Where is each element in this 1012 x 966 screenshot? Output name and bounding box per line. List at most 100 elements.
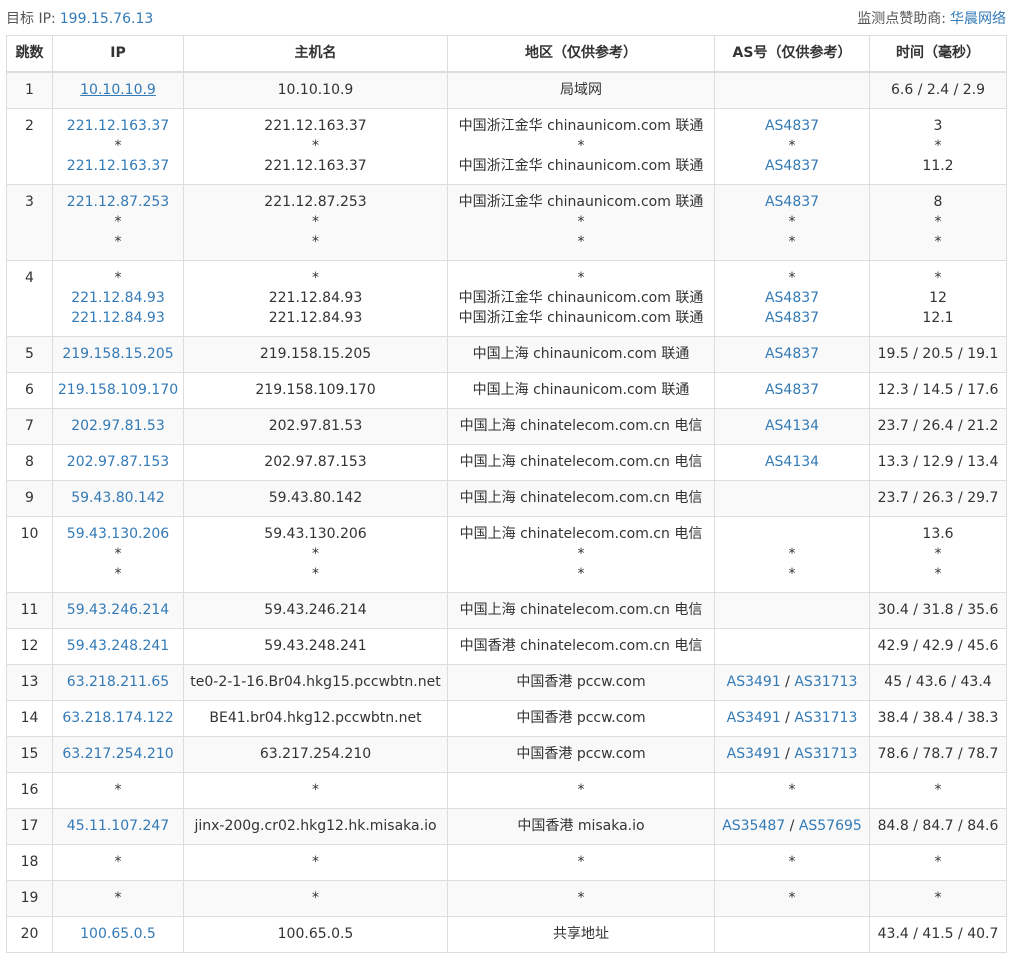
ip-link[interactable]: 63.218.211.65	[67, 674, 169, 690]
region-cell: 中国浙江金华 chinaunicom.com 联通 * *	[447, 184, 715, 261]
time-line: 11.2	[922, 158, 954, 174]
ip-link[interactable]: 221.12.84.93	[71, 310, 165, 326]
asn-link[interactable]: AS4134	[765, 418, 819, 434]
time-cell: 19.5 / 20.5 / 19.1	[869, 336, 1007, 373]
hop-number: 4	[6, 260, 53, 337]
column-header-ip: IP	[52, 35, 184, 73]
ip-link[interactable]: 202.97.81.53	[71, 418, 165, 434]
hostname-cell: 202.97.81.53	[183, 408, 448, 445]
region-cell: 中国上海 chinatelecom.com.cn 电信	[447, 480, 715, 517]
hostname-line: 59.43.246.214	[264, 602, 367, 618]
hostname-line: *	[312, 234, 319, 250]
ip-line: 202.97.87.153	[55, 452, 181, 472]
ip-link[interactable]: 59.43.246.214	[67, 602, 169, 618]
ip-link[interactable]: 219.158.109.170	[58, 382, 178, 398]
hostname-line: 219.158.109.170	[255, 382, 376, 398]
time-cell: 13.6 * *	[869, 516, 1007, 593]
hostname-cell: * 221.12.84.93 221.12.84.93	[183, 260, 448, 337]
ip-link[interactable]: 59.43.248.241	[67, 638, 169, 654]
asn-link[interactable]: AS4837	[765, 382, 819, 398]
asn-line: *	[717, 544, 867, 564]
hostname-line: *	[312, 782, 319, 798]
time-cell: 23.7 / 26.3 / 29.7	[869, 480, 1007, 517]
sponsor-link[interactable]: 华晨网络	[950, 11, 1006, 27]
time-cell: *	[869, 880, 1007, 917]
asn-link[interactable]: AS31713	[794, 746, 857, 762]
hop-number: 13	[6, 664, 53, 701]
hostname-line: *	[312, 214, 319, 230]
traceroute-table: 跳数 IP 主机名 地区（仅供参考） AS号（仅供参考） 时间（毫秒） 1 10.…	[6, 35, 1007, 953]
ip-link[interactable]: 221.12.84.93	[71, 290, 165, 306]
hostname-line: *	[312, 546, 319, 562]
asn-link[interactable]: AS3491	[727, 746, 781, 762]
asn-separator: /	[780, 710, 795, 726]
asn-link[interactable]: AS4837	[765, 194, 819, 210]
ip-link[interactable]: 63.217.254.210	[62, 746, 173, 762]
ip-link[interactable]: 221.12.163.37	[67, 118, 169, 134]
asn-link[interactable]: AS4837	[765, 346, 819, 362]
ip-link[interactable]: 59.43.130.206	[67, 526, 169, 542]
time-line: 23.7 / 26.3 / 29.7	[877, 490, 999, 506]
ip-placeholder: *	[114, 270, 122, 286]
asn-link[interactable]: AS4837	[765, 158, 819, 174]
asn-link[interactable]: AS4837	[765, 310, 819, 326]
region-line: 中国香港 pccw.com	[516, 674, 646, 690]
asn-line: AS4837	[717, 344, 867, 364]
table-header-row: 跳数 IP 主机名 地区（仅供参考） AS号（仅供参考） 时间（毫秒）	[6, 35, 1007, 73]
ip-link[interactable]: 202.97.87.153	[67, 454, 169, 470]
asn-link[interactable]: AS4837	[765, 290, 819, 306]
time-cell: * 12 12.1	[869, 260, 1007, 337]
asn-line: AS3491 / AS31713	[717, 744, 867, 764]
asn-link[interactable]: AS31713	[794, 710, 857, 726]
asn-link[interactable]: AS3491	[727, 674, 781, 690]
table-row: 3 221.12.87.253 * * 221.12.87.253 * * 中国浙江金华 ch…	[6, 184, 1007, 261]
asn-placeholder: *	[788, 138, 796, 154]
region-cell: 共享地址	[447, 916, 715, 953]
asn-link[interactable]: AS57695	[799, 818, 862, 834]
asn-line	[717, 488, 867, 508]
asn-cell: AS4837	[714, 336, 870, 373]
ip-line: 63.217.254.210	[55, 744, 181, 764]
ip-line: 221.12.84.93	[55, 308, 181, 328]
asn-cell: * *	[714, 516, 870, 593]
hostname-cell: 219.158.15.205	[183, 336, 448, 373]
ip-link[interactable]: 221.12.163.37	[67, 158, 169, 174]
ip-link[interactable]: 219.158.15.205	[62, 346, 173, 362]
region-line: 中国上海 chinaunicom.com 联通	[472, 346, 690, 362]
table-row: 4 * 221.12.84.93 221.12.84.93 * 221.12.84.93 2…	[6, 260, 1007, 337]
asn-link[interactable]: AS31713	[794, 674, 857, 690]
hostname-cell: 59.43.80.142	[183, 480, 448, 517]
ip-link[interactable]: 45.11.107.247	[67, 818, 169, 834]
asn-line: *	[717, 888, 867, 908]
asn-line: AS4837	[717, 116, 867, 136]
hostname-line: 59.43.80.142	[268, 490, 363, 506]
hop-number: 12	[6, 628, 53, 665]
asn-link[interactable]: AS4134	[765, 454, 819, 470]
asn-placeholder: *	[788, 234, 796, 250]
asn-placeholder: *	[788, 214, 796, 230]
ip-link[interactable]: 10.10.10.9	[80, 82, 156, 98]
region-line: 中国上海 chinatelecom.com.cn 电信	[459, 418, 703, 434]
asn-link[interactable]: AS3491	[727, 710, 781, 726]
hostname-line: 219.158.15.205	[259, 346, 372, 362]
time-line: 38.4 / 38.4 / 38.3	[877, 710, 999, 726]
region-cell: 中国香港 misaka.io	[447, 808, 715, 845]
asn-link[interactable]: AS35487	[722, 818, 785, 834]
ip-cell: 221.12.87.253 * *	[52, 184, 184, 261]
region-cell: *	[447, 844, 715, 881]
region-line: *	[577, 854, 585, 870]
ip-link[interactable]: 63.218.174.122	[62, 710, 173, 726]
ip-cell: 10.10.10.9	[52, 71, 184, 109]
table-row: 18 * * * * *	[6, 844, 1007, 881]
region-line: *	[577, 214, 585, 230]
ip-link[interactable]: 221.12.87.253	[67, 194, 169, 210]
asn-link[interactable]: AS4837	[765, 118, 819, 134]
asn-line: AS4837	[717, 308, 867, 328]
hostname-cell: jinx-200g.cr02.hkg12.hk.misaka.io	[183, 808, 448, 845]
ip-link[interactable]: 100.65.0.5	[80, 926, 156, 942]
ip-link[interactable]: 59.43.80.142	[71, 490, 165, 506]
region-line: 中国上海 chinatelecom.com.cn 电信	[459, 454, 703, 470]
hostname-cell: 219.158.109.170	[183, 372, 448, 409]
ip-cell: 221.12.163.37 * 221.12.163.37	[52, 108, 184, 185]
hostname-line: 221.12.163.37	[264, 118, 367, 134]
